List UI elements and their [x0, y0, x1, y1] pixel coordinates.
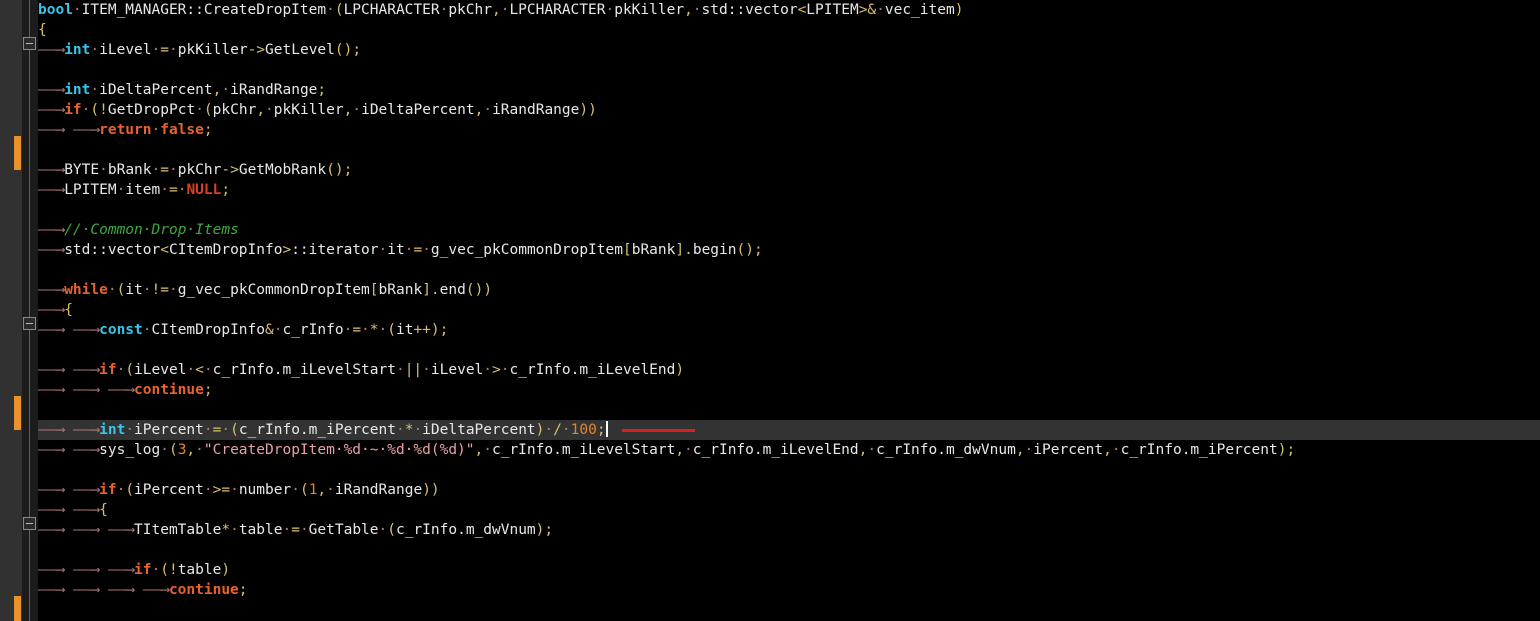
- code-line-blank[interactable]: [38, 400, 1540, 420]
- code-line[interactable]: ——⟶ ——⟶if·(iPercent·>=·number·(1,·iRandR…: [38, 480, 1540, 500]
- code-line[interactable]: ——⟶LPITEM·item·=·NULL;: [38, 180, 1540, 200]
- code-line[interactable]: ——⟶ ——⟶ ——⟶ ——⟶continue;: [38, 580, 1540, 600]
- code-line[interactable]: ——⟶ ——⟶ ——⟶continue;: [38, 380, 1540, 400]
- code-content[interactable]: bool·ITEM_MANAGER::CreateDropItem·(LPCHA…: [38, 0, 1540, 621]
- change-bar-continue-2[interactable]: [14, 596, 21, 621]
- editor-gutter[interactable]: [0, 0, 38, 621]
- fold-box-if-body[interactable]: [23, 517, 36, 530]
- code-line-blank[interactable]: [38, 200, 1540, 220]
- code-editor[interactable]: bool·ITEM_MANAGER::CreateDropItem·(LPCHA…: [0, 0, 1540, 621]
- code-line[interactable]: ——⟶ ——⟶ ——⟶TItemTable*·table·=·GetTable·…: [38, 520, 1540, 540]
- code-line-current[interactable]: ——⟶ ——⟶int·iPercent·=·(c_rInfo.m_iPercen…: [38, 420, 1540, 440]
- code-line[interactable]: ——⟶{: [38, 300, 1540, 320]
- code-line[interactable]: ——⟶if·(!GetDropPct·(pkChr,·pkKiller,·iDe…: [38, 100, 1540, 120]
- code-line-blank[interactable]: [38, 260, 1540, 280]
- code-line[interactable]: ——⟶ ——⟶ ——⟶if·(!table): [38, 560, 1540, 580]
- code-line-blank[interactable]: [38, 60, 1540, 80]
- code-line[interactable]: {: [38, 20, 1540, 40]
- code-line-comment[interactable]: ——⟶//·Common·Drop·Items: [38, 220, 1540, 240]
- code-line-blank[interactable]: [38, 140, 1540, 160]
- text-cursor: [605, 421, 608, 437]
- code-line-blank[interactable]: [38, 460, 1540, 480]
- code-line[interactable]: ——⟶ ——⟶sys_log·(3,·"CreateDropItem·%d·~·…: [38, 440, 1540, 460]
- fold-box-while-body[interactable]: [23, 317, 36, 330]
- code-line[interactable]: ——⟶ ——⟶return·false;: [38, 120, 1540, 140]
- code-line[interactable]: ——⟶int·iLevel·=·pkKiller->GetLevel();: [38, 40, 1540, 60]
- code-line-blank[interactable]: [38, 540, 1540, 560]
- code-line[interactable]: ——⟶while·(it·!=·g_vec_pkCommonDropItem[b…: [38, 280, 1540, 300]
- code-line[interactable]: ——⟶int·iDeltaPercent,·iRandRange;: [38, 80, 1540, 100]
- code-line[interactable]: ——⟶ ——⟶const·CItemDropInfo&·c_rInfo·=·*·…: [38, 320, 1540, 340]
- change-bar-return-false[interactable]: [14, 136, 21, 170]
- code-line-blank[interactable]: [38, 340, 1540, 360]
- error-marker: [621, 428, 695, 432]
- code-line[interactable]: ——⟶std::vector<CItemDropInfo>::iterator·…: [38, 240, 1540, 260]
- code-line[interactable]: ——⟶ ——⟶{: [38, 500, 1540, 520]
- code-line[interactable]: ——⟶BYTE·bRank·=·pkChr->GetMobRank();: [38, 160, 1540, 180]
- code-line[interactable]: bool·ITEM_MANAGER::CreateDropItem·(LPCHA…: [38, 0, 1540, 20]
- change-bar-continue[interactable]: [14, 396, 21, 430]
- code-line[interactable]: ——⟶ ——⟶if·(iLevel·<·c_rInfo.m_iLevelStar…: [38, 360, 1540, 380]
- fold-box-function-body[interactable]: [23, 37, 36, 50]
